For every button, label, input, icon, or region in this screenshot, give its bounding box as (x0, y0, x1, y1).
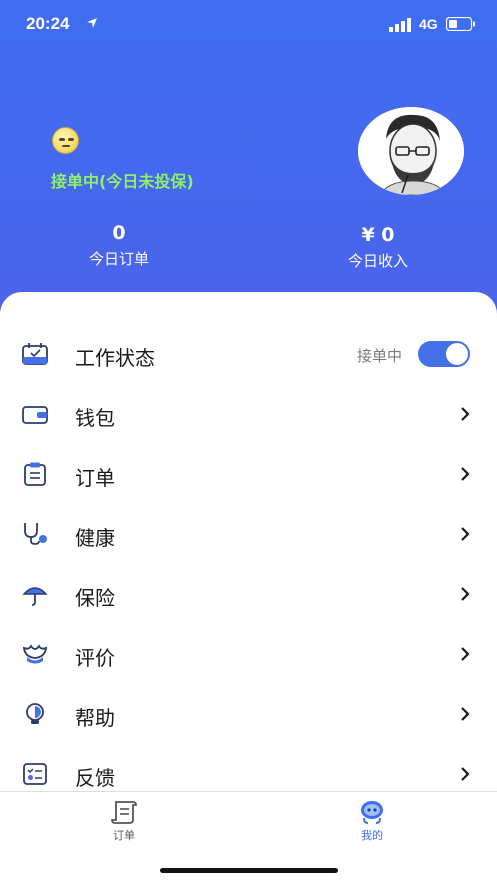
location-arrow-icon (87, 18, 97, 28)
checklist-icon (23, 763, 47, 785)
menu-label-reviews: 评价 (75, 646, 115, 670)
toggle-status-text: 接单中 (357, 347, 403, 365)
menu-item-health[interactable]: 健康 (0, 504, 497, 564)
work-status-toggle[interactable] (418, 341, 470, 367)
home-indicator (160, 868, 338, 873)
today-orders-value: 0 (112, 222, 126, 244)
menu-label-help: 帮助 (75, 706, 115, 730)
wallet-icon (22, 406, 48, 424)
toggle-knob (446, 343, 468, 365)
robot-face-icon (361, 801, 383, 824)
menu-item-orders[interactable]: 订单 (0, 444, 497, 504)
menu-item-work-status: 工作状态 接单中 (0, 324, 497, 384)
umbrella-icon (22, 587, 48, 606)
battery-icon (446, 17, 475, 31)
menu-label-health: 健康 (75, 526, 115, 550)
chevron-right-icon (461, 527, 470, 541)
status-bar: 20:24 4G (0, 0, 497, 50)
today-income-stat: ¥ 0 今日收入 (330, 224, 426, 271)
menu-item-wallet[interactable]: 钱包 (0, 384, 497, 444)
menu-label-insurance: 保险 (75, 586, 115, 610)
today-income-value: ¥ 0 (361, 224, 395, 246)
lightbulb-icon (26, 703, 44, 724)
today-orders-label: 今日订单 (88, 250, 149, 268)
chevron-right-icon (461, 767, 470, 781)
chevron-right-icon (461, 707, 470, 721)
clipboard-icon (24, 462, 46, 486)
chevron-right-icon (461, 467, 470, 481)
work-status-text: 接单中(今日未投保) (51, 172, 194, 191)
status-time: 20:24 (26, 14, 70, 33)
menu-panel: 工作状态 接单中 钱包 订单 健康 保险 评价 帮助 反馈 (0, 292, 497, 792)
stethoscope-icon (24, 523, 47, 545)
menu-item-reviews[interactable]: 评价 (0, 624, 497, 684)
tab-label-mine: 我的 (361, 829, 383, 842)
signal-icon (389, 18, 411, 32)
today-income-label: 今日收入 (347, 252, 408, 270)
chevron-right-icon (461, 407, 470, 421)
scroll-icon (111, 801, 137, 824)
tab-orders[interactable]: 订单 (94, 800, 154, 843)
menu-label-orders: 订单 (75, 466, 115, 490)
menu-item-insurance[interactable]: 保险 (0, 564, 497, 624)
profile-header: 20:24 4G 接单中(今日未投保) 0 今日订单 ¥ 0 今日收入 (0, 0, 497, 330)
menu-item-help[interactable]: 帮助 (0, 684, 497, 744)
avatar[interactable] (358, 107, 464, 195)
network-type: 4G (419, 16, 438, 32)
chevron-right-icon (461, 647, 470, 661)
tab-mine[interactable]: 我的 (342, 800, 402, 843)
menu-label-wallet: 钱包 (75, 406, 115, 430)
chevron-right-icon (461, 587, 470, 601)
menu-label-work-status: 工作状态 (75, 346, 155, 370)
tab-label-orders: 订单 (113, 829, 135, 842)
avatar-portrait-icon (358, 107, 464, 195)
dizzy-face-emoji-icon (52, 127, 79, 154)
calendar-check-icon (22, 343, 48, 365)
lotus-icon (22, 644, 48, 664)
today-orders-stat: 0 今日订单 (74, 222, 164, 269)
menu-label-feedback: 反馈 (75, 766, 115, 790)
